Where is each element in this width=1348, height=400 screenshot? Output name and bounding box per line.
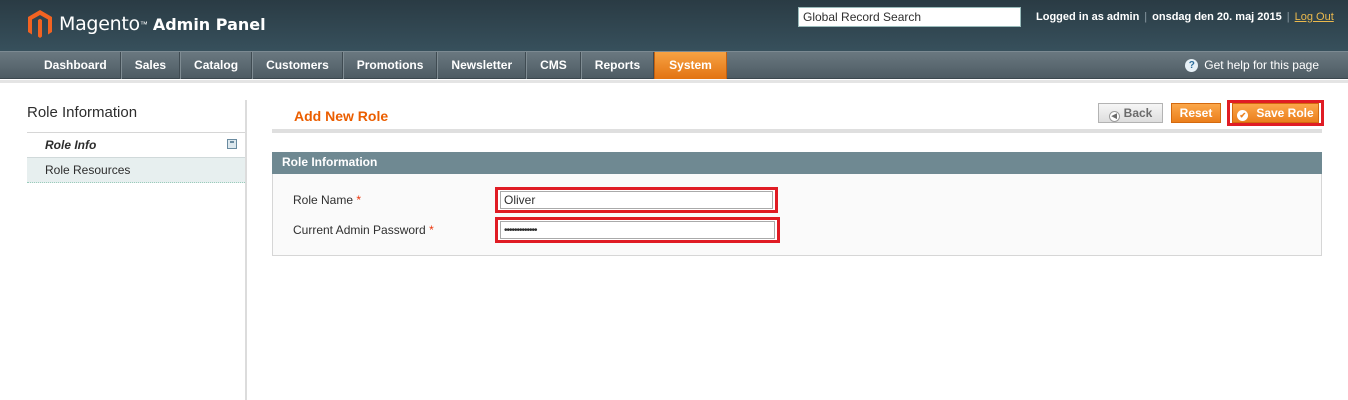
- sidebar: Role Information Role Info Role Resource…: [27, 100, 247, 400]
- nav-menu: Dashboard Sales Catalog Customers Promotions…: [31, 52, 727, 79]
- header-date: onsdag den 20. maj 2015: [1152, 11, 1282, 23]
- nav-item-reports[interactable]: Reports: [580, 52, 655, 79]
- password-label: Current Admin Password *: [293, 223, 434, 237]
- nav-item-sales[interactable]: Sales: [120, 52, 181, 79]
- help-link[interactable]: ? Get help for this page: [1185, 58, 1319, 72]
- nav-item-cms[interactable]: CMS: [526, 52, 581, 79]
- logout-link[interactable]: Log Out: [1295, 11, 1334, 23]
- fieldset-header: Role Information: [272, 152, 1322, 174]
- tab-role-info[interactable]: Role Info: [27, 133, 245, 158]
- header-user-info: Logged in as admin | onsdag den 20. maj 20…: [1036, 11, 1334, 23]
- back-label: Back: [1123, 106, 1153, 120]
- role-name-label: Role Name *: [293, 193, 361, 207]
- main-navigation: Dashboard Sales Catalog Customers Promotions…: [0, 51, 1348, 79]
- help-label: Get help for this page: [1204, 58, 1319, 72]
- nav-item-promotions[interactable]: Promotions: [342, 52, 438, 79]
- nav-item-dashboard[interactable]: Dashboard: [31, 52, 121, 79]
- reset-button[interactable]: Reset: [1171, 103, 1221, 123]
- reset-label: Reset: [1179, 106, 1213, 120]
- back-button[interactable]: ◀ Back: [1098, 103, 1163, 123]
- current-password-input[interactable]: [500, 221, 775, 239]
- save-role-button[interactable]: ✔ Save Role: [1232, 103, 1319, 123]
- logged-in-text: Logged in as admin: [1036, 11, 1140, 23]
- required-mark: *: [356, 193, 362, 207]
- header: Magento™ Admin Panel Logged in as admin |…: [0, 0, 1348, 51]
- tab-role-resources[interactable]: Role Resources: [27, 158, 245, 183]
- logo-brand: Magento: [59, 13, 140, 35]
- role-info-fieldset: [272, 174, 1322, 256]
- role-name-label-text: Role Name: [293, 193, 354, 207]
- title-divider: [272, 129, 1322, 133]
- save-label: Save Role: [1256, 106, 1314, 120]
- checkmark-icon: ✔: [1237, 110, 1249, 121]
- content-divider: [0, 80, 1348, 83]
- logo-trademark: ™: [139, 19, 148, 29]
- logo-subtitle: Admin Panel: [152, 14, 266, 34]
- magento-logo-icon: [28, 10, 52, 38]
- tab-label: Role Resources: [45, 163, 131, 177]
- page-title: Add New Role: [294, 108, 389, 124]
- nav-item-newsletter[interactable]: Newsletter: [437, 52, 527, 79]
- required-mark: *: [429, 223, 434, 237]
- separator: |: [1286, 11, 1290, 23]
- nav-item-customers[interactable]: Customers: [252, 52, 343, 79]
- changed-icon: [227, 139, 237, 149]
- global-search-input[interactable]: [798, 7, 1021, 27]
- tab-label: Role Info: [45, 138, 97, 152]
- role-name-input[interactable]: [500, 191, 773, 209]
- nav-item-catalog[interactable]: Catalog: [180, 52, 253, 79]
- help-icon: ?: [1185, 58, 1199, 72]
- sidebar-title: Role Information: [27, 104, 138, 121]
- nav-item-system[interactable]: System: [654, 52, 727, 79]
- back-arrow-icon: ◀: [1108, 111, 1120, 122]
- magento-logo[interactable]: Magento ™ Admin Panel: [27, 8, 266, 40]
- sidebar-tabs: Role Info Role Resources: [27, 132, 245, 183]
- password-label-text: Current Admin Password: [293, 223, 426, 237]
- separator: |: [1144, 11, 1148, 23]
